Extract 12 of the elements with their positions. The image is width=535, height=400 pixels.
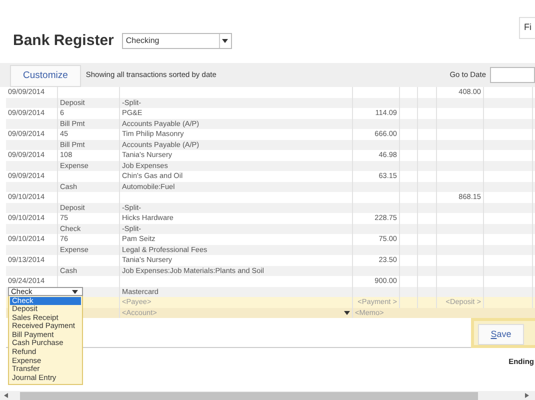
page-title: Bank Register (13, 32, 114, 50)
scroll-right-icon[interactable] (525, 393, 529, 398)
caret-icon (344, 310, 350, 315)
account-select[interactable]: Checking (122, 32, 232, 48)
scrollbar-thumb[interactable] (20, 392, 478, 400)
horizontal-scrollbar[interactable] (0, 391, 535, 400)
caret-icon (222, 38, 228, 42)
find-button[interactable]: Fi (519, 17, 535, 39)
save-button[interactable]: Save (478, 324, 524, 345)
scroll-left-icon[interactable] (4, 393, 8, 398)
customize-button[interactable]: Customize (10, 65, 81, 87)
go-to-date-field[interactable] (490, 67, 535, 83)
